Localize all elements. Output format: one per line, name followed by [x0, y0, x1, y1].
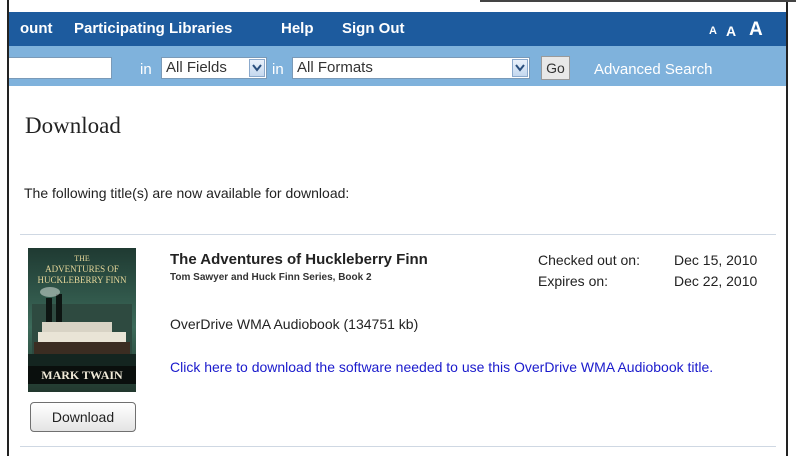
- go-button[interactable]: Go: [541, 56, 570, 80]
- checked-out-label: Checked out on:: [538, 252, 640, 268]
- page-title: Download: [25, 113, 121, 138]
- formats-select-value: All Formats: [297, 59, 373, 76]
- formats-select[interactable]: All Formats: [292, 57, 530, 79]
- intro-text: The following title(s) are now available…: [24, 185, 350, 201]
- cover-title-line2: ADVENTURES OF: [45, 264, 119, 274]
- fields-select-value: All Fields: [166, 59, 227, 76]
- chevron-down-icon[interactable]: [249, 59, 265, 77]
- nav-account[interactable]: ount: [20, 20, 52, 37]
- top-navigation: ount Participating Libraries Help Sign O…: [0, 12, 796, 46]
- fields-select[interactable]: All Fields: [161, 57, 267, 79]
- cover-title-line3: HUCKLEBERRY FINN: [37, 275, 127, 285]
- nav-sign-out[interactable]: Sign Out: [342, 20, 405, 37]
- font-size-medium[interactable]: A: [726, 23, 736, 39]
- search-bar: in All Fields in All Formats Go Advanced…: [0, 46, 796, 86]
- cover-author: MARK TWAIN: [41, 368, 123, 382]
- window-frame-top: [480, 0, 796, 2]
- expires-label: Expires on:: [538, 273, 609, 289]
- search-input[interactable]: [0, 57, 112, 79]
- book-format: OverDrive WMA Audiobook (134751 kb): [170, 316, 419, 332]
- divider: [20, 234, 776, 235]
- checked-out-value: Dec 15, 2010: [674, 252, 758, 268]
- cover-title-line1: THE: [74, 254, 90, 263]
- book-cover[interactable]: THE ADVENTURES OF HUCKLEBERRY FINN MARK …: [28, 248, 136, 392]
- window-frame-left: [0, 0, 9, 456]
- book-title[interactable]: The Adventures of Huckleberry Finn: [170, 251, 428, 268]
- window-frame-right: [786, 0, 796, 456]
- chevron-down-icon[interactable]: [512, 59, 528, 77]
- book-series: Tom Sawyer and Huck Finn Series, Book 2: [170, 272, 372, 283]
- divider-bottom: [20, 446, 776, 447]
- download-button[interactable]: Download: [30, 402, 136, 432]
- nav-help[interactable]: Help: [281, 20, 314, 37]
- nav-participating-libraries[interactable]: Participating Libraries: [74, 20, 232, 37]
- font-size-large[interactable]: A: [749, 19, 763, 41]
- in-label: in: [140, 61, 152, 78]
- download-software-link[interactable]: Click here to download the software need…: [170, 358, 730, 377]
- expires-value: Dec 22, 2010: [674, 273, 758, 289]
- in-label-2: in: [272, 61, 284, 78]
- font-size-small[interactable]: A: [709, 25, 717, 37]
- advanced-search-link[interactable]: Advanced Search: [594, 61, 712, 78]
